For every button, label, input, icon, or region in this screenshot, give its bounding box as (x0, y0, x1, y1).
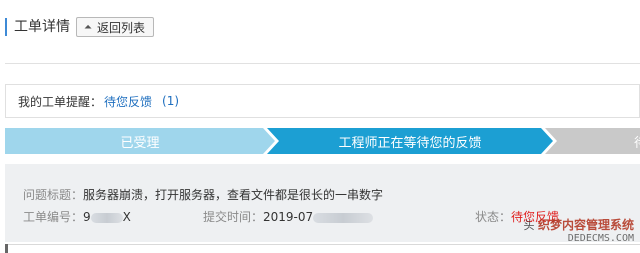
watermark: 头 织梦内容管理系统 DEDECMS.COM (523, 219, 634, 245)
awaiting-feedback-link[interactable]: 待您反馈 (104, 93, 152, 110)
submit-time-value: 2019-07 (263, 210, 314, 224)
step-waiting-feedback: 工程师正在等待您的反馈 (267, 128, 553, 154)
submit-time-label: 提交时间： (203, 210, 264, 224)
back-arrow-icon: ⏶ (84, 21, 92, 33)
step-accepted: 已受理 (5, 128, 275, 154)
reminder-count: (1) (162, 94, 180, 108)
page-header: 工单详情 ⏶ 返回列表 (0, 0, 640, 60)
watermark-prefix: 头 (523, 219, 535, 232)
watermark-line1: 织梦内容管理系统 (537, 218, 634, 232)
redacted-submit-time (313, 212, 374, 223)
ticket-number-prefix: 9 (83, 210, 91, 224)
problem-title-value: 服务器崩溃，打开服务器，查看文件都是很长的一串数字 (83, 188, 384, 202)
ticket-reminder-bar: 我的工单提醒： 待您反馈 (1) (5, 84, 640, 118)
back-to-list-button[interactable]: ⏶ 返回列表 (76, 17, 154, 37)
page-title: 工单详情 (14, 19, 70, 35)
submit-time-row: 提交时间：2019-07 (203, 208, 374, 225)
step-label: 已受理 (120, 135, 160, 151)
ticket-number-suffix: X (122, 210, 131, 224)
status-label: 状态： (475, 210, 512, 224)
reminder-label: 我的工单提醒： (18, 94, 103, 109)
back-to-list-label: 返回列表 (97, 20, 146, 35)
title-accent-bar (5, 18, 7, 36)
footer-marker (5, 244, 8, 253)
problem-title-label: 问题标题： (23, 188, 84, 202)
ticket-number-label: 工单编号： (23, 210, 84, 224)
header-divider (5, 63, 640, 64)
step-label: 工程师正在等待您的反馈 (338, 135, 482, 151)
ticket-number-row: 工单编号：9 X (23, 208, 131, 225)
progress-steps: 已受理 工程师正在等待您的反馈 待 (5, 128, 640, 154)
problem-title-row: 问题标题：服务器崩溃，打开服务器，查看文件都是很长的一串数字 (23, 186, 383, 203)
redacted-ticket-number (90, 212, 123, 223)
footer-divider (5, 244, 640, 245)
step-label: 待 (634, 132, 640, 151)
step-pending: 待 (545, 128, 640, 154)
